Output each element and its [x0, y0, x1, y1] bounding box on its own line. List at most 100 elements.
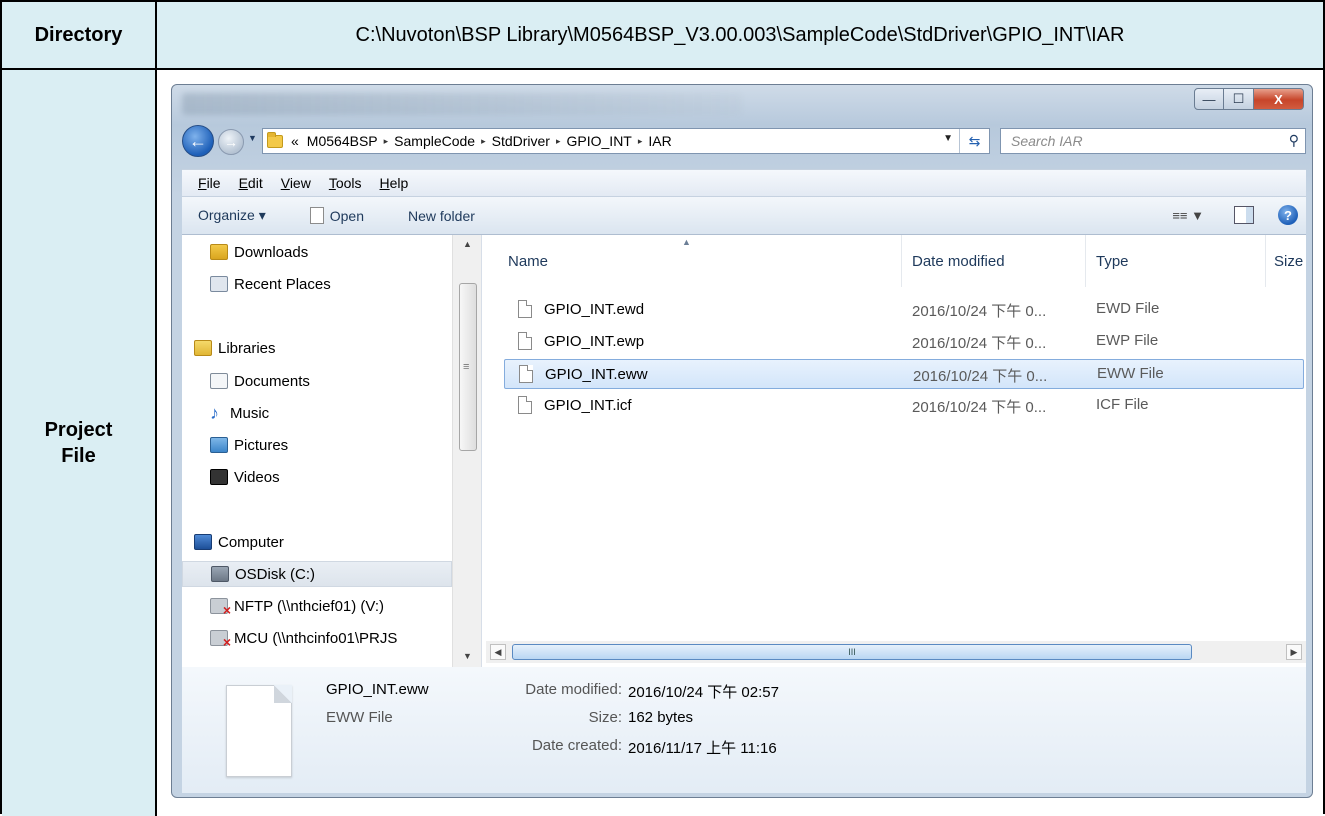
file-row[interactable]: GPIO_INT.ewp 2016/10/24 下午 0... EWP File — [504, 327, 1304, 357]
scroll-right-icon[interactable]: ▶ — [1286, 644, 1302, 660]
caption-buttons: — ☐ X — [1194, 88, 1304, 112]
column-header-type[interactable]: Type — [1086, 235, 1266, 287]
videos-icon — [210, 469, 228, 485]
details-size-label: Size: — [588, 709, 622, 726]
file-row[interactable]: GPIO_INT.eww 2016/10/24 下午 0... EWW File — [504, 359, 1304, 389]
breadcrumb-separator-icon[interactable]: ▸ — [638, 136, 643, 147]
horizontal-scrollbar[interactable]: ◀ III ▶ — [486, 641, 1306, 663]
directory-label: Directory — [2, 2, 157, 68]
nav-item-downloads[interactable]: Downloads — [210, 239, 308, 265]
file-row[interactable]: GPIO_INT.icf 2016/10/24 下午 0... ICF File — [504, 391, 1304, 421]
directory-path: C:\Nuvoton\BSP Library\M0564BSP_V3.00.00… — [157, 2, 1323, 68]
breadcrumb-m0564bsp[interactable]: M0564BSP — [307, 133, 378, 149]
menu-view[interactable]: View — [281, 175, 311, 191]
details-size-value: 162 bytes — [628, 709, 694, 726]
column-header-name[interactable]: ▲ Name — [482, 235, 902, 287]
window-title-blurred — [182, 93, 742, 115]
file-type: EWW File — [1097, 365, 1164, 382]
nav-item-osdisk[interactable]: OSDisk (C:) — [182, 561, 452, 587]
menu-edit[interactable]: Edit — [239, 175, 263, 191]
file-icon — [518, 332, 532, 350]
menu-help[interactable]: Help — [380, 175, 409, 191]
column-header-date-modified[interactable]: Date modified — [902, 235, 1086, 287]
project-label-line2: File — [61, 445, 96, 467]
nav-item-computer[interactable]: Computer — [194, 529, 284, 555]
explorer-window: — ☐ X ← → ▼ « M0564BSP ▸ SampleCode ▸ St… — [171, 84, 1313, 798]
nav-item-music[interactable]: ♪ Music — [210, 400, 269, 426]
scroll-grip-icon: ≡ — [463, 361, 470, 373]
nav-item-recent-places[interactable]: Recent Places — [210, 271, 331, 297]
breadcrumb-separator-icon[interactable]: ▸ — [384, 136, 389, 147]
music-icon: ♪ — [210, 403, 219, 423]
menu-file[interactable]: File — [198, 175, 221, 191]
navigation-scrollbar[interactable]: ▲ ≡ ▼ — [452, 235, 481, 667]
nav-item-mcu[interactable]: MCU (\\nthcinfo01\PRJS — [210, 625, 397, 651]
file-date: 2016/10/24 下午 0... — [913, 368, 1048, 385]
help-icon[interactable]: ? — [1278, 205, 1298, 225]
file-name: GPIO_INT.eww — [519, 365, 648, 383]
maximize-button[interactable]: ☐ — [1224, 88, 1254, 110]
search-input[interactable]: Search IAR ⚲ — [1000, 128, 1306, 154]
file-date: 2016/10/24 下午 0... — [912, 303, 1047, 320]
project-file-row: Project File — ☐ X ← → ▼ « M0564BSP ▸ Sa… — [2, 70, 1323, 816]
address-row: ← → ▼ « M0564BSP ▸ SampleCode ▸ StdDrive… — [182, 123, 1306, 159]
search-icon[interactable]: ⚲ — [1289, 132, 1299, 149]
content-area: Downloads Recent Places Libraries Docume… — [182, 235, 1306, 667]
nav-item-nftp[interactable]: NFTP (\\nthcief01) (V:) — [210, 593, 384, 619]
column-header-size[interactable]: Size — [1266, 235, 1306, 287]
menu-tools[interactable]: Tools — [329, 175, 362, 191]
refresh-icon[interactable]: ⇆ — [959, 129, 989, 153]
minimize-button[interactable]: — — [1194, 88, 1224, 110]
change-view-icon[interactable]: ≡≡ ▼ — [1172, 208, 1204, 223]
organize-button[interactable]: Organize ▾ — [198, 207, 266, 224]
breadcrumb-separator-icon[interactable]: ▸ — [556, 136, 561, 147]
address-dropdown-icon[interactable]: ▼ — [943, 133, 953, 144]
nav-item-libraries[interactable]: Libraries — [194, 335, 276, 361]
nav-item-pictures[interactable]: Pictures — [210, 432, 288, 458]
forward-arrow-icon[interactable]: → — [218, 129, 244, 155]
document-table: Directory C:\Nuvoton\BSP Library\M0564BS… — [0, 0, 1325, 816]
file-row[interactable]: GPIO_INT.ewd 2016/10/24 下午 0... EWD File — [504, 295, 1304, 325]
file-icon — [519, 365, 533, 383]
file-date: 2016/10/24 下午 0... — [912, 335, 1047, 352]
scroll-down-icon[interactable]: ▼ — [463, 651, 472, 661]
downloads-icon — [210, 244, 228, 260]
file-icon — [518, 300, 532, 318]
breadcrumb-iar[interactable]: IAR — [648, 133, 671, 149]
open-button[interactable]: Open — [309, 207, 364, 224]
details-date-modified-label: Date modified: — [525, 681, 622, 698]
new-folder-button[interactable]: New folder — [408, 208, 475, 224]
navigation-pane: Downloads Recent Places Libraries Docume… — [182, 235, 482, 667]
command-bar-right: ≡≡ ▼ ? — [1172, 205, 1298, 225]
libraries-icon — [194, 340, 212, 356]
history-dropdown-icon[interactable]: ▼ — [248, 133, 260, 149]
details-date-created-value: 2016/11/17 上午 11:16 — [628, 740, 777, 757]
project-file-screenshot-cell: — ☐ X ← → ▼ « M0564BSP ▸ SampleCode ▸ St… — [157, 70, 1323, 816]
breadcrumb-separator-icon[interactable]: ▸ — [481, 136, 486, 147]
network-drive-icon — [210, 630, 231, 650]
menu-bar: File Edit View Tools Help — [182, 169, 1306, 197]
file-type: ICF File — [1096, 396, 1149, 413]
scroll-left-icon[interactable]: ◀ — [490, 644, 506, 660]
preview-pane-icon[interactable] — [1234, 206, 1254, 224]
back-arrow-icon[interactable]: ← — [182, 125, 214, 157]
breadcrumb-gpio-int[interactable]: GPIO_INT — [567, 133, 632, 149]
close-button[interactable]: X — [1254, 88, 1304, 110]
project-file-label: Project File — [2, 70, 157, 816]
command-bar: Organize ▾ Open New folder ≡≡ ▼ ? — [182, 197, 1306, 235]
horizontal-scroll-thumb[interactable]: III — [512, 644, 1192, 660]
address-bar[interactable]: « M0564BSP ▸ SampleCode ▸ StdDriver ▸ GP… — [262, 128, 990, 154]
nav-item-documents[interactable]: Documents — [210, 368, 310, 394]
document-icon — [309, 207, 324, 224]
breadcrumb-samplecode[interactable]: SampleCode — [394, 133, 475, 149]
breadcrumb-stddriver[interactable]: StdDriver — [492, 133, 550, 149]
file-name: GPIO_INT.ewd — [518, 300, 644, 318]
computer-icon — [194, 534, 212, 550]
details-file-name: GPIO_INT.eww — [326, 681, 429, 698]
scroll-up-icon[interactable]: ▲ — [463, 239, 472, 249]
recent-places-icon — [210, 276, 228, 292]
nav-item-videos[interactable]: Videos — [210, 464, 280, 490]
network-drive-icon — [210, 598, 231, 618]
directory-row: Directory C:\Nuvoton\BSP Library\M0564BS… — [2, 2, 1323, 70]
address-prefix[interactable]: « — [291, 133, 299, 149]
